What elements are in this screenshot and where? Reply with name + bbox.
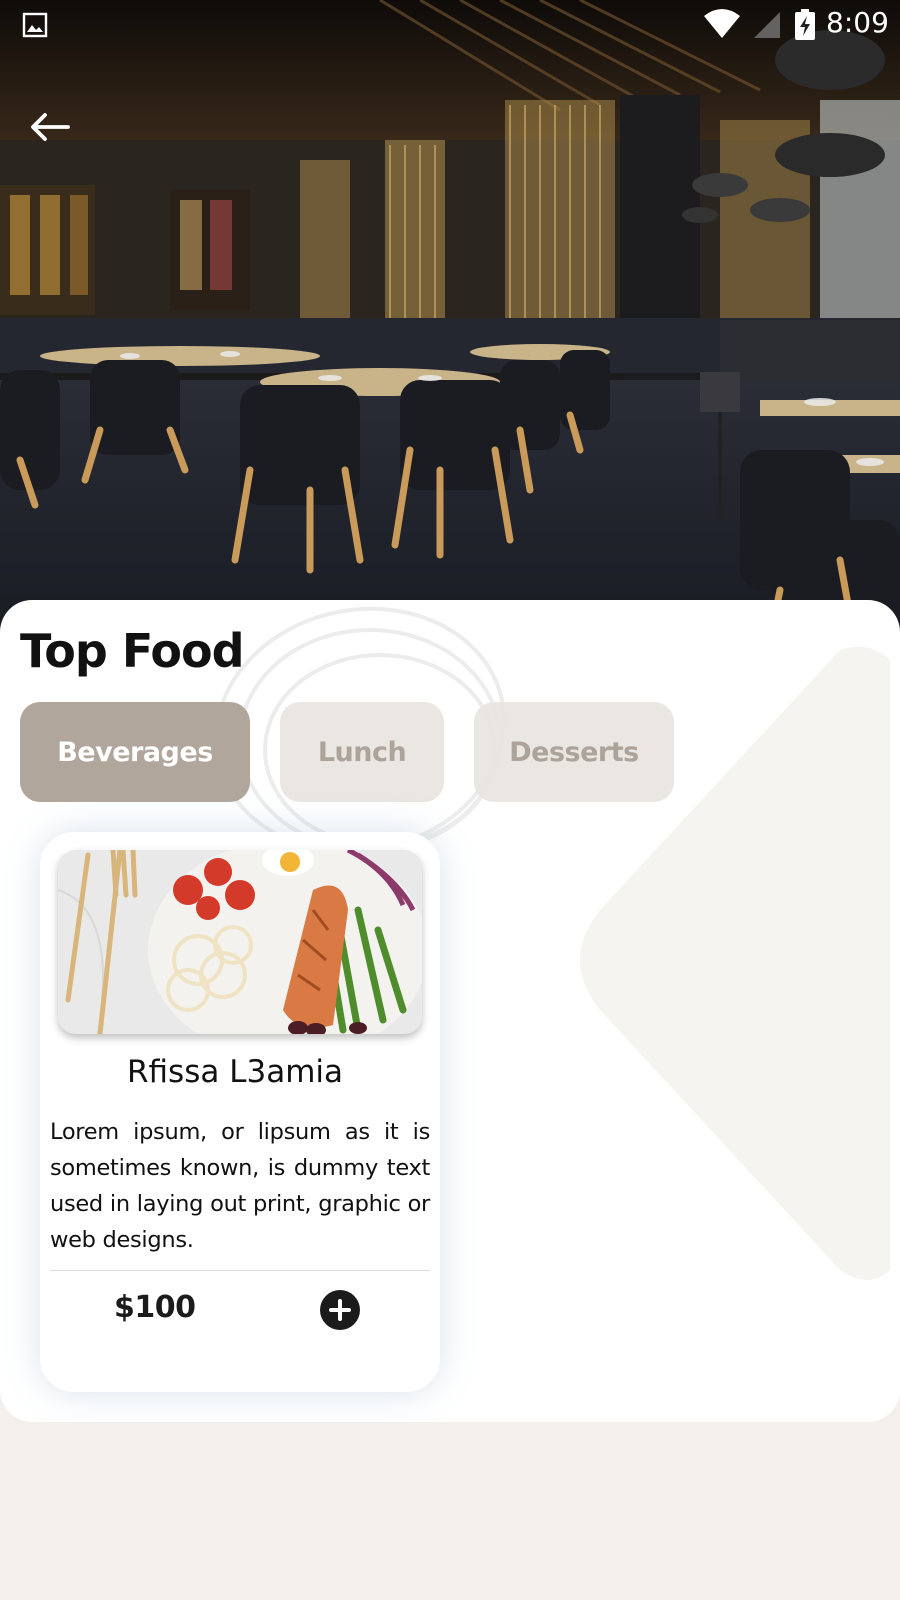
tab-beverages[interactable]: Beverages bbox=[20, 702, 250, 802]
food-description: Lorem ipsum, or lipsum as it is sometime… bbox=[50, 1119, 430, 1253]
food-price: $100 bbox=[114, 1290, 196, 1325]
food-name: Rfissa L3amia bbox=[126, 1054, 344, 1090]
battery-charging-icon bbox=[795, 9, 815, 40]
arrow-left-icon bbox=[31, 113, 70, 141]
divider bbox=[50, 1270, 430, 1271]
signal-icon bbox=[754, 12, 780, 38]
plus-circle-icon bbox=[329, 1299, 351, 1321]
food-image bbox=[58, 850, 422, 1034]
restaurant-interior-photo bbox=[0, 0, 900, 640]
status-bar: 8:09 bbox=[0, 0, 900, 50]
food-card[interactable]: Rfissa L3amia Lorem ipsum, or lipsum as … bbox=[40, 832, 440, 1392]
tab-lunch[interactable]: Lunch bbox=[280, 702, 444, 802]
content-sheet: Top Food Beverages Lunch Desserts Rfissa… bbox=[0, 600, 900, 1422]
back-button[interactable] bbox=[30, 112, 86, 160]
wifi-icon bbox=[704, 9, 740, 38]
salmon-salad-photo bbox=[58, 850, 422, 1034]
hero-image: 8:09 bbox=[0, 0, 900, 640]
page-title: Top Food bbox=[20, 624, 245, 678]
status-time: 8:09 bbox=[826, 6, 889, 39]
gallery-icon bbox=[22, 12, 48, 38]
add-to-cart-button[interactable] bbox=[320, 1290, 360, 1330]
tab-desserts[interactable]: Desserts bbox=[474, 702, 674, 802]
